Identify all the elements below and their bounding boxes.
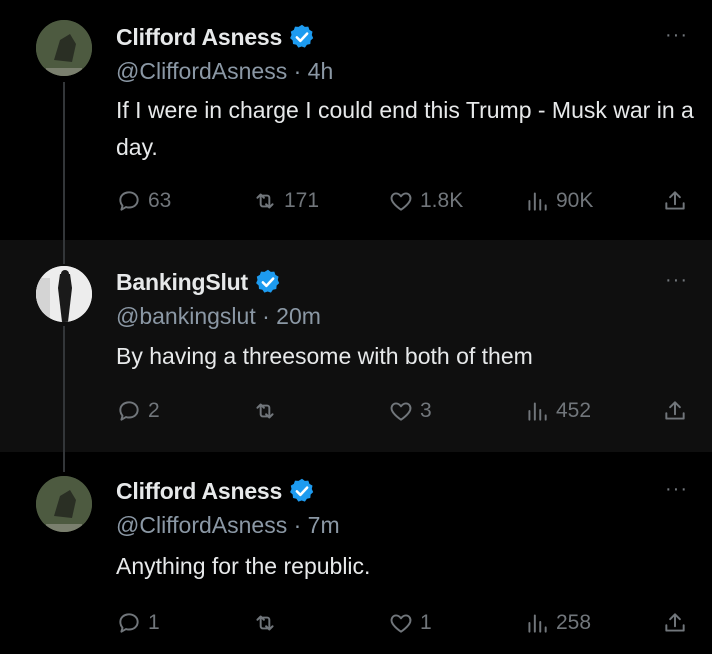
tweet-2[interactable]: BankingSlut ··· @bankingslut · 20m By ha… — [0, 240, 712, 452]
views-icon — [528, 192, 547, 211]
tweet-text: If I were in charge I could end this Tru… — [116, 97, 694, 160]
separator: · — [293, 512, 302, 538]
tweet-1[interactable]: Clifford Asness ··· @CliffordAsness · 4h… — [0, 0, 712, 240]
like-icon — [390, 614, 412, 633]
avatar[interactable] — [36, 266, 92, 322]
views-icon — [528, 402, 547, 421]
author-name[interactable]: Clifford Asness — [116, 24, 282, 51]
timestamp[interactable]: 7m — [308, 512, 340, 538]
thread-line — [63, 452, 65, 472]
views-count: 258 — [556, 611, 592, 634]
separator: · — [293, 58, 302, 84]
author-handle[interactable]: @bankingslut — [116, 303, 256, 329]
author-name[interactable]: Clifford Asness — [116, 478, 282, 505]
more-options-icon[interactable]: ··· — [665, 478, 688, 501]
like-button[interactable]: 1.8K — [388, 188, 463, 214]
views-button[interactable]: 258 — [524, 610, 591, 636]
avatar[interactable] — [36, 20, 92, 76]
tweet-3[interactable]: Clifford Asness ··· @CliffordAsness · 7m… — [0, 452, 712, 654]
like-count: 1 — [420, 611, 432, 634]
retweet-button[interactable] — [252, 610, 284, 636]
avatar[interactable] — [36, 476, 92, 532]
author-handle[interactable]: @CliffordAsness — [116, 58, 287, 84]
reply-button[interactable]: 1 — [116, 610, 160, 636]
action-bar: 2 3 452 — [116, 398, 696, 428]
avatar-image — [36, 20, 92, 76]
retweet-button[interactable]: 171 — [252, 188, 319, 214]
handle-line: @CliffordAsness · 4h — [116, 58, 333, 85]
views-button[interactable]: 90K — [524, 188, 593, 214]
share-button[interactable] — [662, 188, 688, 214]
handle-line: @bankingslut · 20m — [116, 303, 321, 330]
reply-icon — [119, 401, 139, 421]
author-name[interactable]: BankingSlut — [116, 269, 248, 296]
action-bar: 1 1 258 — [116, 610, 696, 640]
views-button[interactable]: 452 — [524, 398, 591, 424]
share-icon — [665, 191, 685, 210]
retweet-count: 171 — [284, 189, 320, 212]
like-button[interactable]: 1 — [388, 610, 432, 636]
verified-badge-icon[interactable] — [254, 268, 282, 296]
share-icon — [665, 401, 685, 420]
verified-badge-icon[interactable] — [288, 477, 316, 505]
verified-badge-icon[interactable] — [288, 23, 316, 51]
timestamp[interactable]: 20m — [276, 303, 321, 329]
separator: · — [262, 303, 270, 329]
share-icon — [665, 613, 685, 632]
tweet-text: By having a threesome with both of them — [116, 343, 533, 369]
thread-line — [63, 326, 65, 452]
like-count: 3 — [420, 399, 432, 422]
timestamp[interactable]: 4h — [308, 58, 334, 84]
reply-button[interactable]: 2 — [116, 398, 160, 424]
retweet-button[interactable] — [252, 398, 284, 424]
like-count: 1.8K — [420, 189, 464, 212]
like-icon — [390, 192, 412, 211]
thread-line — [63, 240, 65, 264]
like-button[interactable]: 3 — [388, 398, 432, 424]
action-bar: 63 171 1.8K 90K — [116, 188, 696, 218]
tweet-text: Anything for the republic. — [116, 553, 371, 579]
views-icon — [528, 614, 547, 633]
like-icon — [390, 402, 412, 421]
more-options-icon[interactable]: ··· — [665, 24, 688, 47]
author-handle[interactable]: @CliffordAsness — [116, 512, 287, 538]
handle-line: @CliffordAsness · 7m — [116, 512, 340, 539]
reply-count: 2 — [148, 399, 160, 422]
reply-button[interactable]: 63 — [116, 188, 171, 214]
retweet-icon — [256, 193, 274, 209]
avatar-image — [36, 476, 92, 532]
reply-icon — [119, 191, 139, 211]
retweet-icon — [256, 403, 274, 419]
reply-count: 63 — [148, 189, 172, 212]
reply-icon — [119, 613, 139, 633]
retweet-icon — [256, 615, 274, 631]
share-button[interactable] — [662, 610, 688, 636]
views-count: 90K — [556, 189, 594, 212]
avatar-image — [36, 266, 92, 322]
share-button[interactable] — [662, 398, 688, 424]
reply-count: 1 — [148, 611, 160, 634]
thread-line — [63, 82, 65, 240]
views-count: 452 — [556, 399, 592, 422]
more-options-icon[interactable]: ··· — [665, 269, 688, 292]
